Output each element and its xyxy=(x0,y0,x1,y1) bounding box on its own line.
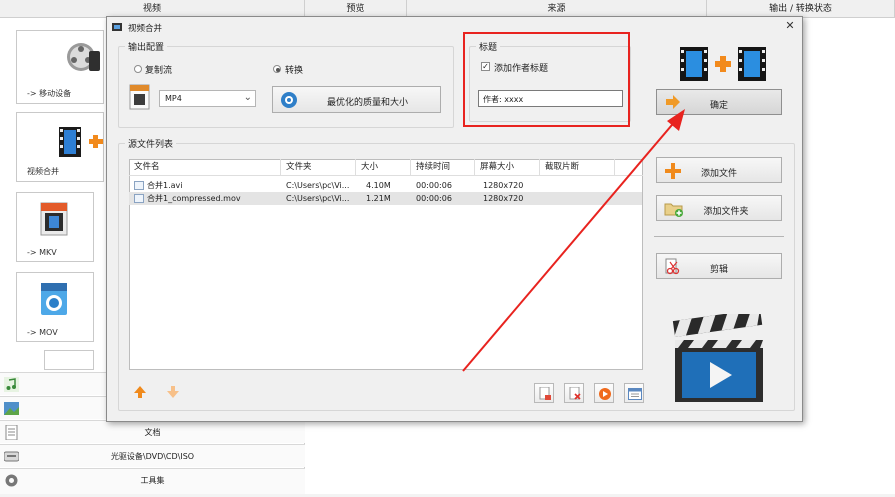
file-folder: C:\Users\pc\Vi... xyxy=(286,181,350,190)
file-remove-icon xyxy=(539,387,551,400)
category-label: 文档 xyxy=(144,428,161,437)
category-document[interactable]: 文档 xyxy=(0,420,305,443)
film-reel-icon xyxy=(65,41,101,77)
output-config-title: 输出配置 xyxy=(125,40,168,53)
file-size: 4.10M xyxy=(366,181,391,190)
clear-list-button[interactable] xyxy=(564,383,584,403)
mov-file-icon xyxy=(39,281,71,317)
annotation-arrow xyxy=(462,109,685,372)
tile-partial[interactable] xyxy=(44,350,94,370)
source-file-title: 源文件列表 xyxy=(125,137,177,150)
tile-label: 视频合并 xyxy=(27,167,59,176)
merge-film-icon xyxy=(678,45,770,83)
tile-label: -> MKV xyxy=(27,248,57,257)
info-window-icon xyxy=(628,388,642,400)
quality-optimize-label: 最优化的质量和大小 xyxy=(326,98,408,108)
move-down-icon[interactable] xyxy=(166,385,180,399)
column-folder[interactable]: 文件夹 xyxy=(281,159,356,175)
video-file-icon xyxy=(134,194,144,203)
format-select[interactable]: MP4 ⌄ xyxy=(159,90,256,107)
tile-mobile-device[interactable]: -> 移动设备 xyxy=(16,30,104,104)
radio-copy-stream-label: 复制流 xyxy=(145,66,173,76)
quality-optimize-button[interactable]: 最优化的质量和大小 xyxy=(272,86,441,113)
play-icon xyxy=(599,388,611,400)
file-size: 1.21M xyxy=(366,194,391,203)
mkv-file-icon xyxy=(39,201,71,237)
file-duration: 00:00:06 xyxy=(416,194,452,203)
category-tools[interactable]: 工具集 xyxy=(0,468,305,494)
video-file-icon xyxy=(134,181,144,190)
category-disc[interactable]: 光驱设备\DVD\CD\ISO xyxy=(0,444,305,467)
file-folder: C:\Users\pc\Vi... xyxy=(286,194,350,203)
close-icon[interactable]: ✕ xyxy=(783,19,797,33)
tile-mov[interactable]: -> MOV xyxy=(16,272,94,342)
play-button[interactable] xyxy=(594,383,614,403)
column-size[interactable]: 大小 xyxy=(356,159,411,175)
dialog-app-icon xyxy=(111,21,123,33)
tile-label: -> 移动设备 xyxy=(27,89,72,98)
chevron-down-icon: ⌄ xyxy=(243,92,252,103)
radio-copy-stream[interactable] xyxy=(134,65,142,73)
tile-video-merge[interactable]: 视频合并 xyxy=(16,112,104,182)
file-name: 合并1_compressed.mov xyxy=(147,194,241,203)
column-filename[interactable]: 文件名 xyxy=(129,159,281,175)
radio-convert[interactable] xyxy=(273,65,281,73)
clear-icon xyxy=(569,387,581,400)
picture-icon xyxy=(4,401,19,416)
tile-mkv[interactable]: -> MKV xyxy=(16,192,94,262)
category-label: 工具集 xyxy=(140,476,165,485)
music-note-icon xyxy=(4,377,19,392)
radio-convert-label: 转换 xyxy=(285,66,304,76)
file-info-button[interactable] xyxy=(624,383,644,403)
remove-file-button[interactable] xyxy=(534,383,554,403)
format-select-value: MP4 xyxy=(165,94,182,103)
move-up-icon[interactable] xyxy=(133,385,147,399)
file-name: 合并1.avi xyxy=(147,181,183,190)
category-label: 光驱设备\DVD\CD\ISO xyxy=(110,452,195,461)
dialog-title: 视频合并 xyxy=(128,24,163,34)
file-duration: 00:00:06 xyxy=(416,181,452,190)
mp4-format-icon xyxy=(128,84,152,110)
tile-label: -> MOV xyxy=(27,328,58,337)
film-merge-icon xyxy=(59,125,105,159)
